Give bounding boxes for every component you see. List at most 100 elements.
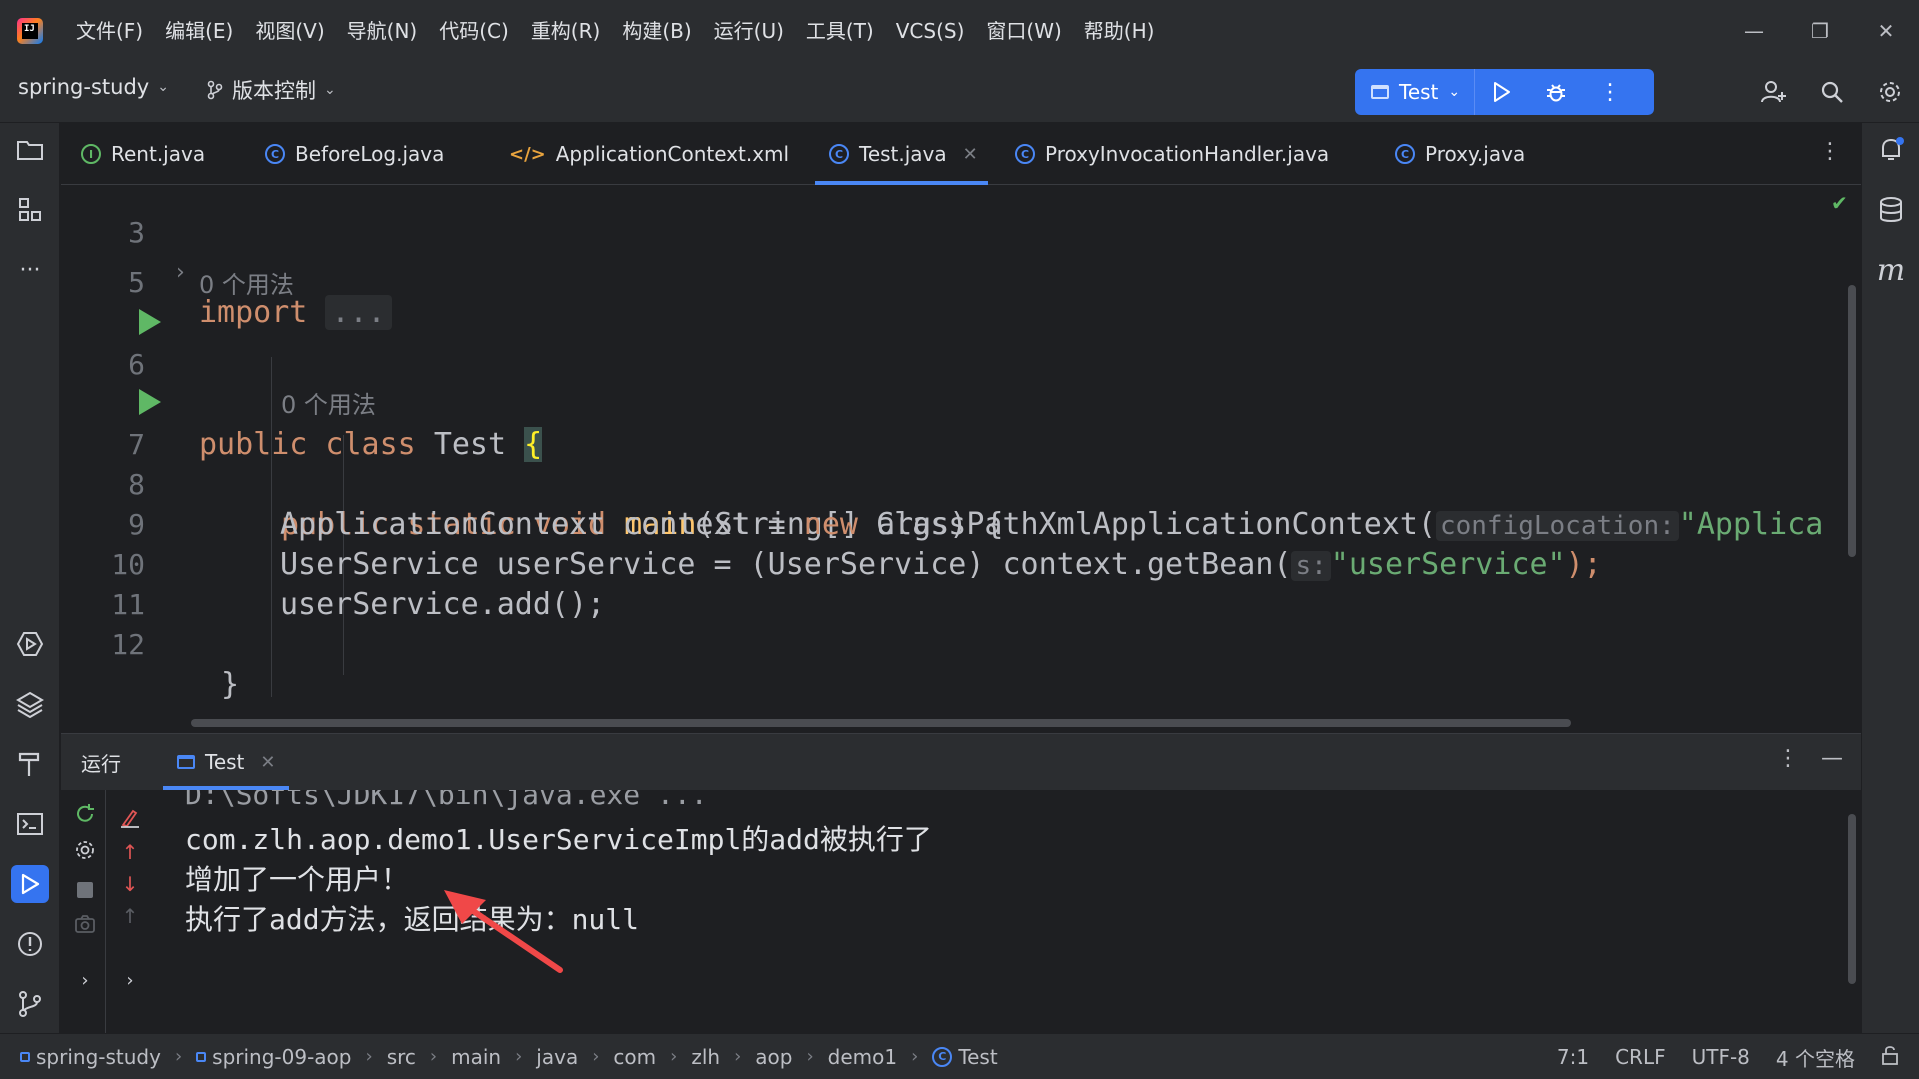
- search-icon[interactable]: [1803, 69, 1861, 115]
- file-encoding[interactable]: UTF-8: [1692, 1045, 1750, 1069]
- tabs-more-icon[interactable]: ⋮: [1819, 139, 1841, 164]
- caret-position[interactable]: 7:1: [1557, 1045, 1589, 1069]
- tab-label: ProxyInvocationHandler.java: [1045, 142, 1330, 166]
- breadcrumb-label: java: [536, 1044, 579, 1069]
- run-gutter-icon[interactable]: [139, 309, 161, 335]
- breadcrumb-label: com: [613, 1044, 657, 1069]
- tab-proxyinvocationhandler-java[interactable]: C ProxyInvocationHandler.java: [1015, 123, 1329, 185]
- menu-item[interactable]: 代码(C): [428, 11, 520, 51]
- tab-label: ApplicationContext.xml: [555, 142, 790, 166]
- breadcrumb-item[interactable]: main: [451, 1045, 501, 1069]
- menu-item[interactable]: VCS(S): [885, 11, 976, 51]
- run-tab-label: Test: [205, 750, 245, 774]
- code-editor[interactable]: ✔ 3 › import ... 5 0 个用法 6 public class …: [61, 185, 1861, 730]
- close-icon[interactable]: ✕: [963, 144, 978, 165]
- breadcrumb-separator-icon: ›: [515, 1046, 523, 1067]
- vcs-widget[interactable]: 版本控制 ⌄: [206, 75, 336, 105]
- problems-icon[interactable]: [11, 925, 49, 963]
- run-tab-test[interactable]: Test ✕: [163, 734, 290, 790]
- breadcrumb-item[interactable]: demo1: [828, 1045, 897, 1069]
- hide-panel-icon[interactable]: —: [1821, 746, 1843, 771]
- breadcrumb-separator-icon: ›: [670, 1046, 678, 1067]
- tab-proxy-java[interactable]: C Proxy.java: [1395, 123, 1525, 185]
- build-hammer-icon[interactable]: [11, 745, 49, 783]
- stop-icon[interactable]: [71, 876, 99, 904]
- scroll-top-icon[interactable]: ↑: [116, 902, 144, 930]
- project-folder-icon[interactable]: [11, 131, 49, 169]
- tab-beforelog-java[interactable]: C BeforeLog.java: [265, 123, 444, 185]
- more-tools-icon[interactable]: ···: [11, 251, 49, 289]
- menu-item[interactable]: 文件(F): [65, 11, 154, 51]
- structure-icon[interactable]: [11, 191, 49, 229]
- interface-icon: I: [81, 144, 101, 164]
- console-output[interactable]: D:\Softs\JDK17\bin\java.exe ... com.zlh.…: [155, 790, 1845, 1034]
- menu-item[interactable]: 重构(R): [520, 11, 612, 51]
- debug-button[interactable]: [1529, 69, 1583, 115]
- menu-item[interactable]: 运行(U): [703, 11, 795, 51]
- title-bar: IJ 文件(F) 编辑(E) 视图(V) 导航(N) 代码(C) 重构(R) 构建(B) 运行…: [0, 0, 1919, 61]
- xml-icon: </>: [509, 143, 546, 165]
- rerun-icon[interactable]: [71, 800, 99, 828]
- run-tool-window: 运行 Test ✕ ⋮ — › ↑ ↓ ↑ › D:\Softs\JDK17\b…: [61, 733, 1861, 1034]
- arrow-up-icon[interactable]: ↑: [116, 838, 144, 866]
- settings-gear-icon[interactable]: [1861, 69, 1919, 115]
- notifications-bell-icon[interactable]: [1872, 131, 1910, 169]
- run-tool-icon[interactable]: [11, 865, 49, 903]
- run-button[interactable]: [1475, 69, 1529, 115]
- run-gutter-icon[interactable]: [139, 389, 161, 415]
- menu-item[interactable]: 窗口(W): [975, 11, 1072, 51]
- settings-gear-icon[interactable]: [71, 836, 99, 864]
- menu-item[interactable]: 编辑(E): [154, 11, 244, 51]
- terminal-icon[interactable]: [11, 805, 49, 843]
- menu-item[interactable]: 视图(V): [244, 11, 335, 51]
- vcs-label: 版本控制: [232, 79, 316, 103]
- more-actions-button[interactable]: ⋮: [1583, 69, 1637, 115]
- breadcrumb-item[interactable]: com: [613, 1045, 656, 1069]
- lock-icon[interactable]: [1881, 1045, 1899, 1070]
- breadcrumb-item[interactable]: zlh: [691, 1045, 720, 1069]
- services-icon[interactable]: [11, 625, 49, 663]
- menu-item[interactable]: 帮助(H): [1073, 11, 1166, 51]
- breadcrumb-item[interactable]: src: [387, 1045, 416, 1069]
- tab-label: Rent.java: [111, 142, 206, 166]
- more-options-icon[interactable]: ⋮: [1777, 746, 1799, 771]
- run-config-label: Test: [1399, 80, 1439, 104]
- menu-item[interactable]: 导航(N): [336, 11, 429, 51]
- minimize-icon[interactable]: —: [1721, 0, 1787, 61]
- add-user-icon[interactable]: [1745, 69, 1803, 115]
- camera-icon[interactable]: [71, 910, 99, 938]
- breadcrumb-label: aop: [755, 1044, 793, 1069]
- run-config-selector[interactable]: Test ⌄: [1355, 69, 1476, 115]
- expand-chevron-icon[interactable]: ›: [71, 966, 99, 994]
- intellij-logo-icon[interactable]: IJ: [17, 17, 43, 44]
- chevron-down-icon: ⌄: [324, 82, 336, 98]
- usage-hint[interactable]: 0 个用法: [199, 265, 294, 305]
- database-icon[interactable]: [1872, 191, 1910, 229]
- layers-icon[interactable]: [11, 685, 49, 723]
- menu-item[interactable]: 构建(B): [611, 11, 702, 51]
- indent-setting[interactable]: 4 个空格: [1776, 1043, 1855, 1072]
- close-icon[interactable]: ✕: [1853, 0, 1919, 61]
- expand-chevron-icon[interactable]: ›: [116, 966, 144, 994]
- maven-icon[interactable]: m: [1872, 251, 1910, 289]
- breadcrumb-item[interactable]: spring-09-aop: [196, 1045, 352, 1069]
- tab-test-java[interactable]: C Test.java ✕: [815, 123, 988, 185]
- editor-vertical-scrollbar[interactable]: [1848, 285, 1856, 557]
- editor-horizontal-scrollbar[interactable]: [191, 719, 1571, 727]
- tab-applicationcontext-xml[interactable]: </> ApplicationContext.xml: [509, 123, 789, 185]
- line-separator[interactable]: CRLF: [1615, 1045, 1666, 1069]
- menu-item[interactable]: 工具(T): [795, 11, 885, 51]
- breadcrumb-item[interactable]: C Test: [932, 1045, 998, 1069]
- console-vertical-scrollbar[interactable]: [1848, 814, 1856, 984]
- play-icon: [1494, 82, 1511, 102]
- git-icon[interactable]: [11, 985, 49, 1023]
- project-switcher[interactable]: spring-study ⌄: [18, 75, 169, 99]
- breadcrumb-item[interactable]: aop: [755, 1045, 792, 1069]
- clear-console-icon[interactable]: [116, 804, 144, 832]
- tab-rent-java[interactable]: I Rent.java: [81, 123, 205, 185]
- close-icon[interactable]: ✕: [260, 752, 275, 773]
- restore-icon[interactable]: ❐: [1787, 0, 1853, 61]
- breadcrumb-item[interactable]: spring-study: [20, 1045, 161, 1069]
- breadcrumb-item[interactable]: java: [536, 1045, 578, 1069]
- arrow-down-icon[interactable]: ↓: [116, 870, 144, 898]
